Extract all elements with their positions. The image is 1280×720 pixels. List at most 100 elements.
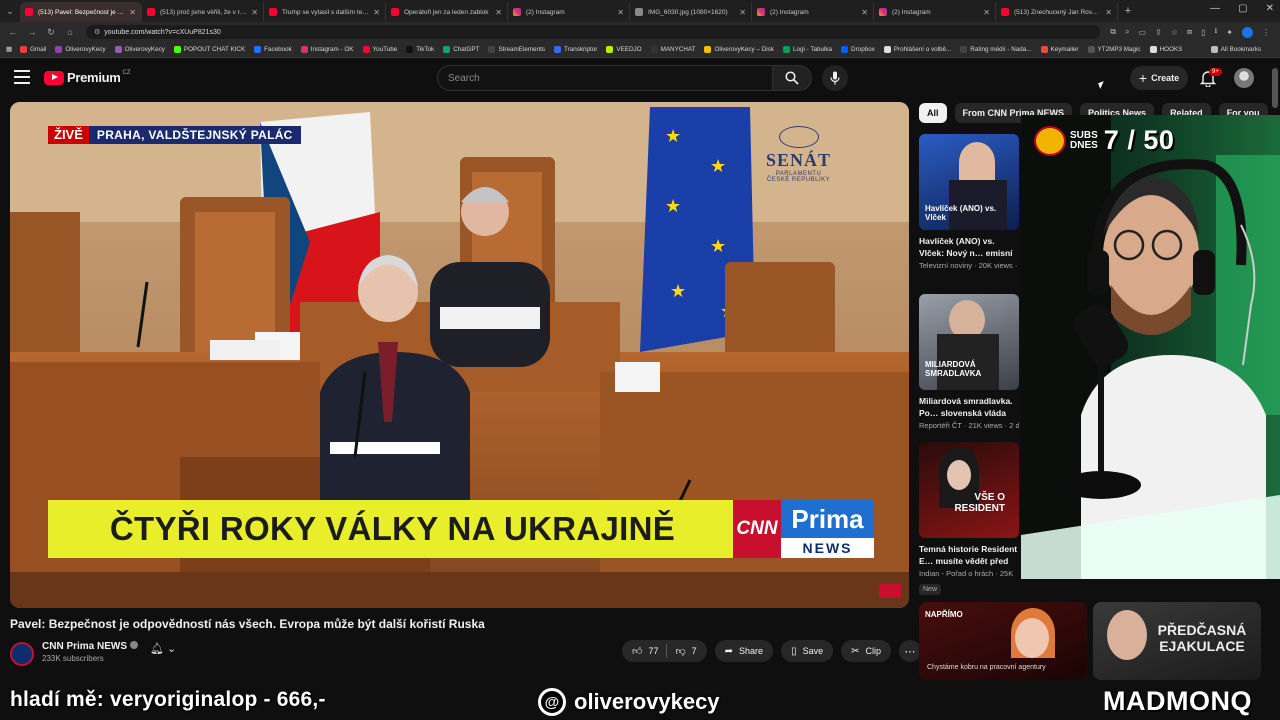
bookmark-item[interactable]: OliverovyKecy: [114, 46, 165, 53]
close-tab-icon[interactable]: ✕: [495, 8, 502, 17]
page-scrollbar[interactable]: [1272, 62, 1278, 662]
channel-avatar[interactable]: [10, 642, 34, 666]
bookmark-item[interactable]: TikTok: [406, 46, 434, 53]
share-button[interactable]: ➦ Share: [714, 640, 774, 662]
thumbs-up-icon[interactable]: 👍︎: [632, 645, 642, 657]
bookmark-item[interactable]: Logi - Tabulka: [782, 46, 832, 53]
bookmark-item[interactable]: Instagram - OK: [300, 46, 354, 53]
browser-menu-icon[interactable]: ⋮: [1262, 28, 1270, 37]
recommendation-title[interactable]: Temná historie Resident E… musíte vědět …: [919, 543, 1019, 567]
save-button[interactable]: ▯ Save: [781, 640, 834, 662]
downloads-icon[interactable]: ⭳: [1214, 25, 1217, 39]
browser-tab[interactable]: IMG_6030.jpg (1080×1620) ✕: [630, 2, 752, 22]
search-button[interactable]: [772, 65, 812, 91]
short-caption: Chystáme kobru na pracovní agentury: [927, 664, 1046, 671]
bookmark-item[interactable]: YouTube: [362, 46, 397, 53]
tab-search-icon[interactable]: ⌄: [0, 0, 20, 22]
forward-icon[interactable]: →: [25, 27, 39, 37]
browser-tab[interactable]: (513) proč jsme věřili, že v roce ✕: [142, 2, 264, 22]
close-tab-icon[interactable]: ✕: [373, 8, 380, 17]
recommendation-title[interactable]: Miliardová smradlavka. Po… slovenská vlá…: [919, 395, 1019, 419]
news-banner: ČTYŘI ROKY VÁLKY NA UKRAJINĚ CNN Prima N…: [48, 500, 874, 558]
bookmark-item[interactable]: OliverovyKecy – Disk: [704, 46, 774, 53]
recommendation-title[interactable]: Havlíček (ANO) vs. Vlček: Nový n… emisní…: [919, 235, 1019, 259]
recommendation-item[interactable]: Havlíček (ANO) vs. Vlček Havlíček (ANO) …: [919, 134, 1019, 270]
url-field[interactable]: ⚙ youtube.com/watch?v=cXUuP821s30: [86, 25, 1101, 39]
short-item[interactable]: PŘEDČASNÁ EJAKULACE: [1093, 602, 1261, 680]
voice-search-button[interactable]: [822, 65, 848, 91]
bookmark-item[interactable]: HOOKS: [1149, 46, 1182, 53]
bookmark-item[interactable]: YT2MP3 Magic: [1087, 46, 1141, 53]
close-tab-icon[interactable]: ✕: [983, 8, 990, 17]
browser-tab[interactable]: (2) Instagram ✕: [752, 2, 874, 22]
install-icon[interactable]: ⧉: [1110, 27, 1116, 37]
reload-icon[interactable]: ↻: [44, 27, 58, 38]
more-actions-icon[interactable]: ⋯: [899, 640, 921, 662]
window-controls: — ▢ ✕: [1210, 3, 1274, 14]
recommendation-thumbnail[interactable]: Havlíček (ANO) vs. Vlček: [919, 134, 1019, 230]
bookmark-item[interactable]: POPOUT CHAT KICK: [173, 46, 245, 53]
close-tab-icon[interactable]: ✕: [251, 8, 258, 17]
recommendation-item[interactable]: MILIARDOVÁ SMRADLAVKA Miliardová smradla…: [919, 294, 1019, 430]
close-tab-icon[interactable]: ✕: [129, 8, 136, 17]
menu-icon[interactable]: [14, 70, 30, 84]
minimize-icon[interactable]: —: [1210, 3, 1220, 14]
filter-chip[interactable]: All: [919, 103, 947, 123]
extensions-icon[interactable]: ⧈: [1187, 27, 1192, 37]
bookmark-item[interactable]: VEEDJO: [606, 46, 642, 53]
bookmark-item[interactable]: OliverovyKecy: [55, 46, 106, 53]
browser-tab[interactable]: (2) Instagram ✕: [508, 2, 630, 22]
maximize-icon[interactable]: ▢: [1238, 3, 1247, 14]
bookmark-item[interactable]: Dropbox: [841, 46, 875, 53]
create-button[interactable]: + Create: [1130, 66, 1188, 90]
site-info-icon[interactable]: ⚙: [94, 28, 100, 36]
apps-icon[interactable]: ▦: [6, 46, 12, 53]
browser-tab[interactable]: Trump se vytasil s dalším termí ✕: [264, 2, 386, 22]
short-item[interactable]: NAPŘÍMO Chystáme kobru na pracovní agent…: [919, 602, 1087, 680]
close-tab-icon[interactable]: ✕: [1105, 8, 1112, 17]
share-page-icon[interactable]: ⇪: [1155, 28, 1162, 37]
video-player[interactable]: ★★★★★★ ŽIVĚ: [10, 102, 909, 608]
bookmark-item[interactable]: Keymailer: [1040, 46, 1079, 53]
bookmark-item[interactable]: StreamElements: [488, 46, 545, 53]
cast-icon[interactable]: ▭: [1139, 28, 1147, 37]
all-bookmarks-link[interactable]: All Bookmarks: [1210, 46, 1261, 53]
threads-handle-group: @ oliverovykecy: [538, 688, 720, 716]
home-icon[interactable]: ⌂: [63, 27, 77, 37]
recommendation-thumbnail[interactable]: MILIARDOVÁ SMRADLAVKA: [919, 294, 1019, 390]
bookmark-favicon-icon: [254, 46, 262, 53]
back-icon[interactable]: ←: [6, 27, 20, 37]
browser-tab[interactable]: Operátoři jen za leden zablok ✕: [386, 2, 508, 22]
youtube-premium-logo[interactable]: Premium CZ: [44, 70, 131, 85]
dislike-count[interactable]: 7: [692, 646, 697, 656]
bookmark-star-icon[interactable]: ☆: [1171, 28, 1178, 37]
new-tab-button[interactable]: +: [1118, 5, 1138, 17]
close-tab-icon[interactable]: ✕: [861, 8, 868, 17]
subscription-bell-button[interactable]: 🔔︎ ⌄: [150, 642, 176, 655]
thumbs-down-icon[interactable]: 👎︎: [675, 645, 685, 657]
recommendation-thumbnail[interactable]: VŠE O RESIDENT: [919, 442, 1019, 538]
recommendation-item[interactable]: VŠE O RESIDENT Temná historie Resident E…: [919, 442, 1019, 596]
close-tab-icon[interactable]: ✕: [739, 8, 746, 17]
close-tab-icon[interactable]: ✕: [617, 8, 624, 17]
close-window-icon[interactable]: ✕: [1266, 3, 1274, 14]
browser-tab[interactable]: (2) Instagram ✕: [874, 2, 996, 22]
browser-tab[interactable]: (513) Znechucený Jan Rosák zlo ✕: [996, 2, 1118, 22]
profile-icon[interactable]: [1242, 26, 1253, 38]
sidebar-icon[interactable]: ▯: [1201, 28, 1205, 37]
account-avatar[interactable]: [1234, 68, 1254, 88]
bookmark-item[interactable]: ChatGPT: [443, 46, 479, 53]
bookmark-item[interactable]: Facebook: [254, 46, 292, 53]
puzzle-icon[interactable]: ✦: [1226, 28, 1233, 37]
bookmark-item[interactable]: Prohlášení o volbě...: [883, 46, 951, 53]
bookmark-item[interactable]: Gmail: [19, 46, 46, 53]
zoom-icon[interactable]: ⌕: [1125, 27, 1129, 37]
clip-button[interactable]: ✂ Clip: [841, 640, 891, 662]
search-input[interactable]: Search: [437, 65, 773, 91]
browser-tab[interactable]: (513) Pavel: Bezpečnost je odpo ✕: [20, 2, 142, 22]
like-count[interactable]: 77: [648, 646, 658, 656]
bookmark-item[interactable]: Transkriptor: [554, 46, 597, 53]
bookmark-item[interactable]: Rating médií - Nada...: [960, 46, 1032, 53]
bookmark-item[interactable]: MANYCHAT: [650, 46, 695, 53]
channel-name-link[interactable]: CNN Prima NEWS: [42, 641, 139, 652]
